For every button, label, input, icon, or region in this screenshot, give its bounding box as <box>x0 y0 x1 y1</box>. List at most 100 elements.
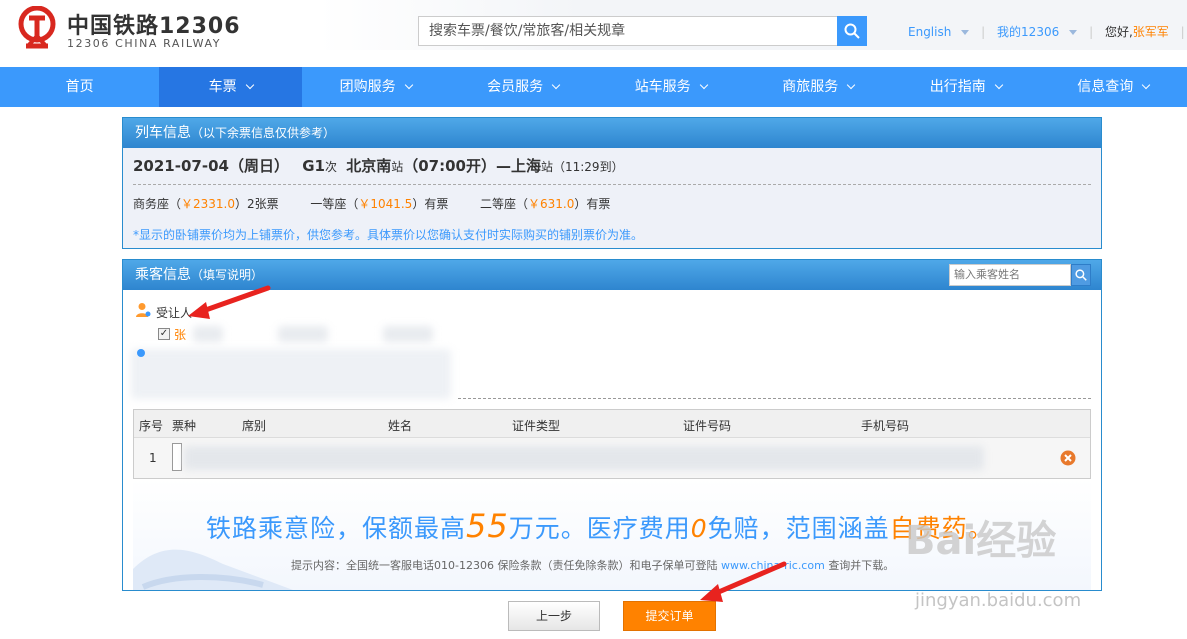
seat-price: ￥631.0 <box>528 197 575 211</box>
banner-text: 免赔，范围涵盖 <box>707 514 890 543</box>
nav-label: 站车服务 <box>634 79 691 95</box>
logo-title-en: 12306 CHINA RAILWAY <box>67 37 222 50</box>
train-info-header: 列车信息（以下余票信息仅供参考） <box>123 118 1101 148</box>
nav-item-station-service[interactable]: 站车服务 <box>597 67 745 107</box>
nav-item-tickets[interactable]: 车票 <box>159 67 302 107</box>
passenger-search-button[interactable] <box>1071 264 1091 286</box>
col-id-type: 证件类型 <box>512 419 561 433</box>
passenger-search-input[interactable]: 输入乘客姓名 <box>949 264 1071 286</box>
table-header: 序号 票种 席别 姓名 证件类型 证件号码 手机号码 <box>134 410 1090 438</box>
submit-order-button[interactable]: 提交订单 <box>623 601 716 631</box>
chevron-down-icon <box>245 80 254 90</box>
username-link[interactable]: 张军军 <box>1133 23 1169 40</box>
train-number: G1 <box>302 157 325 175</box>
passenger-checkbox[interactable]: ✓ <box>158 328 170 340</box>
passenger-table: 序号 票种 席别 姓名 证件类型 证件号码 手机号码 1 <box>133 409 1091 479</box>
main-nav: 首页 车票 团购服务 会员服务 站车服务 商旅服务 出行指南 信息查询 <box>0 67 1187 107</box>
nav-label: 出行指南 <box>929 79 986 95</box>
banner-highlight: 0 <box>690 514 708 543</box>
my-12306-label: 我的12306 <box>997 25 1060 39</box>
divider <box>133 184 1091 185</box>
station-suffix: 站 <box>540 160 553 174</box>
nav-item-home[interactable]: 首页 <box>0 67 159 107</box>
departure-time: （07:00开）—上海 <box>403 157 541 175</box>
insurance-title: 铁路乘意险，保额最高55万元。医疗费用0免赔，范围涵盖自费药。 <box>206 507 994 545</box>
arrival-time: （11:29到） <box>552 160 624 174</box>
greeting-text: 您好, <box>1104 25 1133 39</box>
seat-count: ）有票 <box>574 197 611 211</box>
transferee-group-label: 受让人 <box>156 306 193 320</box>
banner-text: 万元。医疗费用 <box>508 514 691 543</box>
panel-title: 列车信息 <box>135 125 191 141</box>
nav-label: 信息查询 <box>1077 79 1134 95</box>
blurred-row-data <box>184 446 984 470</box>
price-note: *显示的卧铺票价均为上铺票价，供您参考。具体票价以您确认支付时实际购买的铺别票价… <box>133 228 644 242</box>
seat-name: 商务座（ <box>133 197 182 211</box>
station-suffix: 站 <box>391 160 404 174</box>
nav-label: 车票 <box>208 79 237 95</box>
site-search-button[interactable] <box>837 16 867 46</box>
blurred-passenger <box>383 326 433 342</box>
close-icon[interactable] <box>1060 450 1076 466</box>
my-12306-menu[interactable]: 我的12306 <box>997 23 1078 40</box>
blurred-group <box>131 349 451 399</box>
user-group-icon <box>136 303 151 317</box>
passenger-name[interactable]: 张 <box>174 326 186 343</box>
col-ticket-type: 票种 <box>172 419 197 433</box>
banner-highlight: 55 <box>466 507 509 545</box>
chevron-down-icon <box>1069 30 1078 35</box>
nav-label: 首页 <box>65 79 94 95</box>
departure-station: 北京南 <box>346 157 392 175</box>
search-icon <box>1075 269 1087 281</box>
watermark-logo-text: Bai经验 <box>905 518 1057 564</box>
seat-first-class: 一等座（￥1041.5）有票 <box>310 197 448 211</box>
col-phone: 手机号码 <box>861 419 910 433</box>
nav-label: 团购服务 <box>339 79 396 95</box>
seat-second-class: 二等座（￥631.0）有票 <box>480 197 610 211</box>
chevron-down-icon <box>961 30 970 35</box>
nav-item-business-service[interactable]: 商旅服务 <box>744 67 892 107</box>
col-seat-class: 席别 <box>242 419 267 433</box>
nav-item-group-service[interactable]: 团购服务 <box>302 67 450 107</box>
seat-price: ￥2331.0 <box>181 197 236 211</box>
train-info-panel: 列车信息（以下余票信息仅供参考） 2021-07-04（周日） G1次 北京南站… <box>122 117 1102 249</box>
header: 中国铁路12306 12306 CHINA RAILWAY 搜索车票/餐饮/常旅… <box>0 0 1187 67</box>
table-row: 1 <box>134 438 1090 478</box>
divider: | <box>1180 25 1185 39</box>
language-label: English <box>908 25 952 39</box>
user-icon <box>137 349 145 357</box>
nav-item-travel-guide[interactable]: 出行指南 <box>892 67 1040 107</box>
nav-label: 商旅服务 <box>782 79 839 95</box>
site-search-input[interactable]: 搜索车票/餐饮/常旅客/相关规章 <box>418 16 837 46</box>
blurred-passenger <box>193 326 223 342</box>
top-links: English | 我的12306 | 您好,张军军 | 退 <box>908 23 1187 40</box>
nav-item-info-query[interactable]: 信息查询 <box>1039 67 1187 107</box>
insurance-link[interactable]: www.china-ric.com <box>721 559 825 572</box>
chevron-down-icon <box>1141 80 1151 90</box>
language-switch[interactable]: English <box>908 25 970 39</box>
train-summary: 2021-07-04（周日） G1次 北京南站（07:00开）—上海站（11:2… <box>133 155 624 176</box>
chevron-down-icon <box>846 80 856 90</box>
railway-logo-icon[interactable] <box>16 6 58 50</box>
col-name: 姓名 <box>388 419 413 433</box>
seat-business: 商务座（￥2331.0）2张票 <box>133 197 279 211</box>
seat-price: ￥1041.5 <box>358 197 413 211</box>
row-index: 1 <box>149 451 157 465</box>
baidu-watermark: Bai经验 jingyan.baidu.com <box>905 508 1081 611</box>
col-id-number: 证件号码 <box>683 419 732 433</box>
chevron-down-icon <box>404 80 413 90</box>
ticket-type-select[interactable] <box>172 443 182 471</box>
banner-note-text: 查询并下载。 <box>828 559 895 572</box>
seat-name: 二等座（ <box>480 197 529 211</box>
fill-instructions-link[interactable]: （填写说明） <box>191 268 263 282</box>
logo-title-cn: 中国铁路12306 <box>67 14 241 39</box>
insurance-note: 提示内容：全国统一客服电话010-12306 保险条款（责任免除条款）和电子保单… <box>291 557 894 573</box>
seat-name: 一等座（ <box>310 197 359 211</box>
panel-title: 乘客信息 <box>135 267 191 283</box>
previous-step-button[interactable]: 上一步 <box>508 601 600 631</box>
watermark-url: jingyan.baidu.com <box>915 590 1082 611</box>
nav-item-member-service[interactable]: 会员服务 <box>449 67 597 107</box>
banner-note-text: 提示内容：全国统一客服电话010-12306 保险条款（责任免除条款）和电子保单… <box>291 559 718 572</box>
seat-count: ）2张票 <box>235 197 279 211</box>
banner-text: 铁路乘意险，保额最高 <box>206 514 467 543</box>
